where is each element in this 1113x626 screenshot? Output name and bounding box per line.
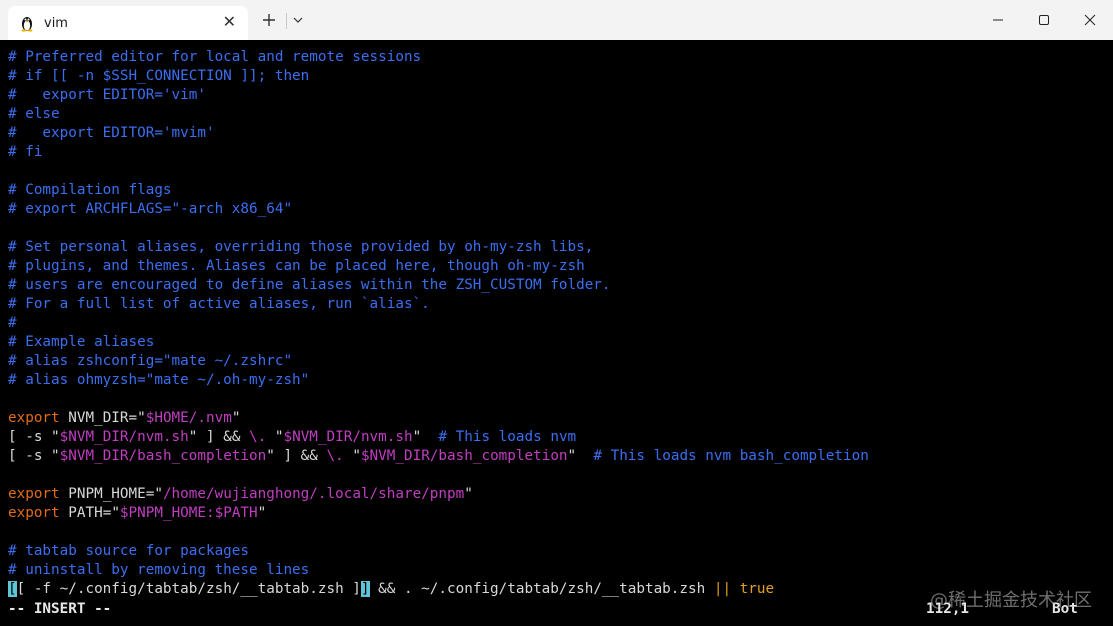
editor-line[interactable]: # For a full list of active aliases, run… — [8, 295, 430, 314]
vim-editor[interactable]: # Preferred editor for local and remote … — [0, 40, 1113, 626]
close-window-button[interactable] — [1067, 0, 1113, 40]
editor-line[interactable]: # fi — [8, 143, 42, 162]
editor-line[interactable]: # export ARCHFLAGS="-arch x86_64" — [8, 200, 292, 219]
editor-line[interactable]: # alias zshconfig="mate ~/.zshrc" — [8, 352, 292, 371]
close-icon[interactable]: ✕ — [223, 13, 236, 31]
maximize-button[interactable] — [1021, 0, 1067, 40]
editor-line[interactable]: # uninstall by removing these lines — [8, 561, 309, 580]
minimize-icon — [993, 19, 1003, 21]
minimize-button[interactable] — [975, 0, 1021, 40]
plus-icon — [263, 14, 275, 26]
tab-title: vim — [44, 16, 68, 31]
linux-penguin-icon — [21, 17, 33, 32]
editor-line[interactable]: # plugins, and themes. Aliases can be pl… — [8, 257, 585, 276]
editor-line[interactable]: [[ -f ~/.config/tabtab/zsh/__tabtab.zsh … — [8, 580, 774, 599]
maximize-icon — [1039, 15, 1049, 25]
tab-separator — [286, 13, 287, 29]
tab-dropdown-button[interactable] — [290, 12, 306, 28]
editor-line[interactable]: # alias ohmyzsh="mate ~/.oh-my-zsh" — [8, 371, 309, 390]
editor-line[interactable]: # export EDITOR='vim' — [8, 86, 206, 105]
editor-line[interactable]: # export EDITOR='mvim' — [8, 124, 215, 143]
editor-line[interactable]: # Set personal aliases, overriding those… — [8, 238, 593, 257]
editor-line[interactable]: # if [[ -n $SSH_CONNECTION ]]; then — [8, 67, 309, 86]
editor-line[interactable]: export PNPM_HOME="/home/wujianghong/.loc… — [8, 485, 473, 504]
editor-line[interactable]: [ -s "$NVM_DIR/nvm.sh" ] && \. "$NVM_DIR… — [8, 428, 576, 447]
vim-mode-indicator: -- INSERT -- — [8, 601, 112, 617]
editor-line[interactable]: # Example aliases — [8, 333, 154, 352]
editor-line[interactable]: export NVM_DIR="$HOME/.nvm" — [8, 409, 240, 428]
close-icon — [1084, 14, 1096, 26]
editor-line[interactable]: # Compilation flags — [8, 181, 172, 200]
watermark: @稀土掘金技术社区 — [930, 590, 1092, 611]
chevron-down-icon — [293, 17, 303, 23]
new-tab-button[interactable] — [259, 10, 279, 30]
editor-line[interactable]: export PATH="$PNPM_HOME:$PATH" — [8, 504, 266, 523]
editor-line[interactable]: # — [8, 314, 17, 333]
editor-line[interactable]: # tabtab source for packages — [8, 542, 249, 561]
tab-vim[interactable]: vim ✕ — [8, 6, 248, 40]
title-bar: vim ✕ — [0, 0, 1113, 40]
editor-line[interactable]: [ -s "$NVM_DIR/bash_completion" ] && \. … — [8, 447, 869, 466]
editor-line[interactable]: # users are encouraged to define aliases… — [8, 276, 611, 295]
editor-line[interactable]: # Preferred editor for local and remote … — [8, 48, 421, 67]
editor-line[interactable]: # else — [8, 105, 60, 124]
